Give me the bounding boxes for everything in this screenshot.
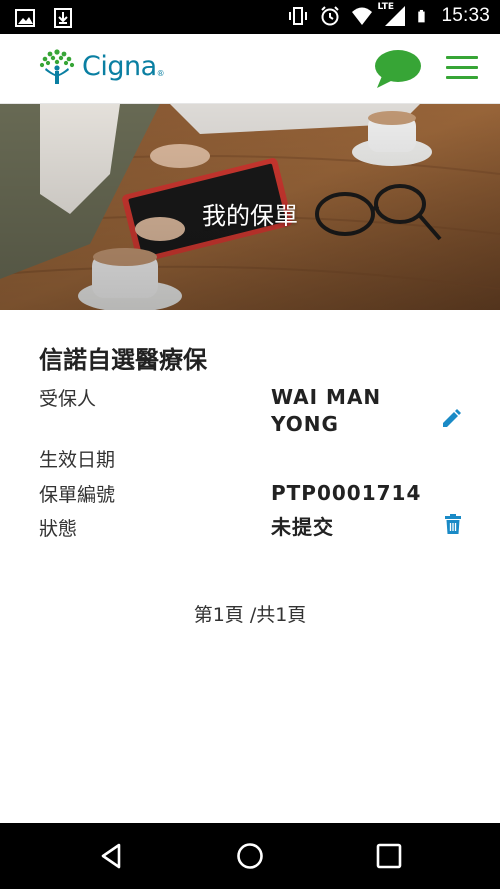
cigna-logo[interactable]: Cigna ®: [38, 46, 165, 86]
app-header: Cigna ®: [0, 34, 500, 104]
home-button[interactable]: [235, 841, 265, 871]
menu-bar-icon: [446, 76, 478, 79]
policy-name: 信諾自選醫療保: [39, 346, 207, 374]
recents-button[interactable]: [374, 841, 404, 871]
alarm-icon: [321, 6, 340, 26]
signal-icon: LTE: [377, 2, 407, 27]
back-button[interactable]: [97, 841, 127, 871]
status-label: 狀態: [39, 518, 78, 540]
hero-banner: 我的保單: [0, 104, 500, 310]
menu-bar-icon: [446, 66, 478, 69]
status-time: 15:33: [441, 5, 490, 26]
battery-icon: [418, 9, 426, 23]
back-triangle-icon: [101, 843, 121, 869]
policy-card[interactable]: 信諾自選醫療保 受保人 WAI MAN YONG 生效日期 保單編號 PTP00…: [39, 340, 469, 540]
status-value: 未提交: [271, 515, 334, 539]
status-bar: LTE 15:33: [0, 0, 500, 34]
chat-bubble-icon: [375, 50, 421, 88]
tree-of-life-icon: [39, 49, 75, 84]
system-nav-bar: [0, 823, 500, 889]
recents-square-icon: [376, 843, 402, 869]
menu-bar-icon: [446, 56, 478, 59]
download-icon: [54, 8, 72, 28]
network-type: LTE: [377, 2, 394, 12]
edit-button[interactable]: [440, 408, 462, 434]
insured-value: WAI MAN YONG: [271, 385, 382, 436]
hamburger-menu-button[interactable]: [446, 56, 480, 82]
policy-number-label: 保單編號: [39, 484, 116, 506]
chat-button[interactable]: [373, 48, 423, 90]
logo-text: Cigna: [82, 50, 157, 82]
home-circle-icon: [237, 843, 263, 869]
image-icon: [15, 9, 35, 27]
vibrate-icon: [289, 7, 308, 25]
wifi-icon: [352, 7, 373, 25]
delete-button[interactable]: [444, 514, 462, 538]
trash-icon: [445, 514, 461, 534]
insured-label: 受保人: [39, 388, 97, 410]
pagination-text: 第1頁 /共1頁: [193, 604, 307, 626]
page-title: 我的保單: [202, 202, 298, 230]
pencil-icon: [443, 409, 461, 427]
effective-date-label: 生效日期: [39, 449, 116, 471]
policy-number-value: PTP0001714: [271, 481, 422, 505]
